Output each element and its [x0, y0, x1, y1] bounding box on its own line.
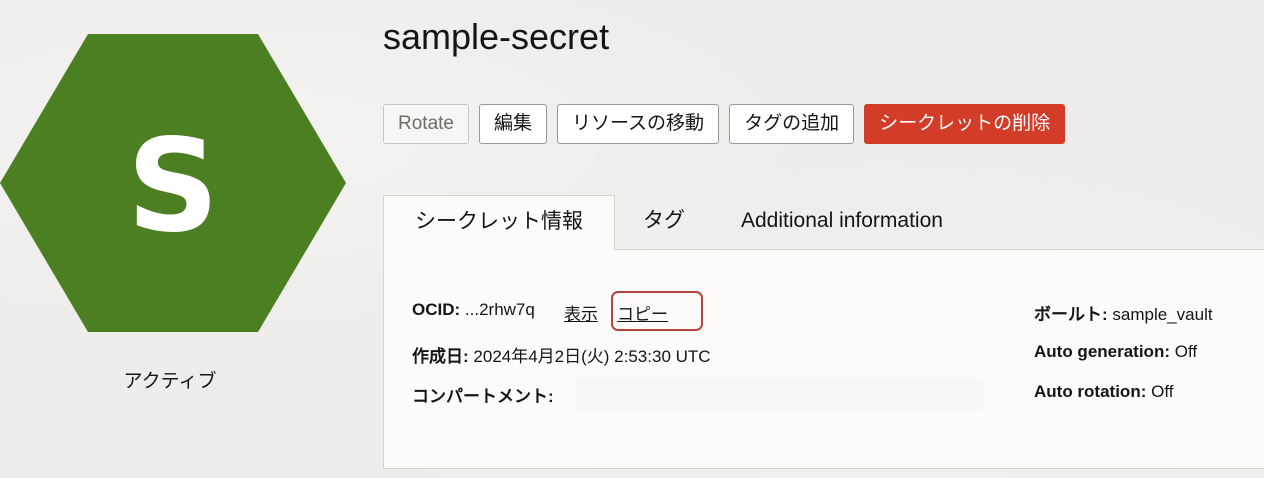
delete-secret-button[interactable]: シークレットの削除: [864, 104, 1066, 144]
created-row: 作成日: 2024年4月2日(火) 2:53:30 UTC: [412, 342, 711, 367]
tab-additional-information[interactable]: Additional information: [715, 195, 943, 250]
vault-row: ボールト: sample_vault: [1034, 300, 1213, 325]
action-toolbar: Rotate 編集 リソースの移動 タグの追加 シークレットの削除: [383, 104, 1066, 144]
auto-generation-label: Auto generation:: [1034, 342, 1170, 361]
auto-rotation-label: Auto rotation:: [1034, 382, 1147, 401]
auto-rotation-value: Off: [1151, 382, 1174, 401]
auto-rotation-row: Auto rotation: Off: [1034, 382, 1173, 402]
tab-tags[interactable]: タグ: [615, 195, 715, 250]
vault-label: ボールト:: [1034, 305, 1108, 324]
add-tag-button[interactable]: タグの追加: [729, 104, 855, 144]
compartment-row: コンパートメント:: [412, 382, 554, 407]
created-label: 作成日:: [412, 347, 469, 366]
page-title: sample-secret: [383, 16, 610, 57]
copy-highlight-box: [611, 291, 703, 331]
created-value: 2024年4月2日(火) 2:53:30 UTC: [473, 347, 711, 366]
compartment-value-masked: [575, 378, 983, 410]
ocid-label: OCID:: [412, 300, 461, 319]
tab-secret-info[interactable]: シークレット情報: [383, 195, 615, 250]
ocid-value: ...2rhw7q: [464, 300, 535, 319]
status-label: アクティブ: [123, 371, 217, 392]
ocid-row: OCID: ...2rhw7q: [412, 300, 535, 320]
show-ocid-link[interactable]: 表示: [564, 300, 598, 325]
compartment-label: コンパートメント:: [412, 387, 554, 406]
tab-bar: シークレット情報 タグ Additional information: [383, 195, 943, 250]
rotate-button[interactable]: Rotate: [383, 104, 469, 144]
resource-icon-letter: S: [127, 112, 219, 261]
move-resource-button[interactable]: リソースの移動: [557, 104, 720, 144]
auto-generation-row: Auto generation: Off: [1034, 342, 1197, 362]
vault-value: sample_vault: [1112, 305, 1213, 324]
resource-hexagon-icon: S: [0, 34, 346, 332]
auto-generation-value: Off: [1174, 342, 1198, 361]
edit-button[interactable]: 編集: [478, 104, 547, 144]
